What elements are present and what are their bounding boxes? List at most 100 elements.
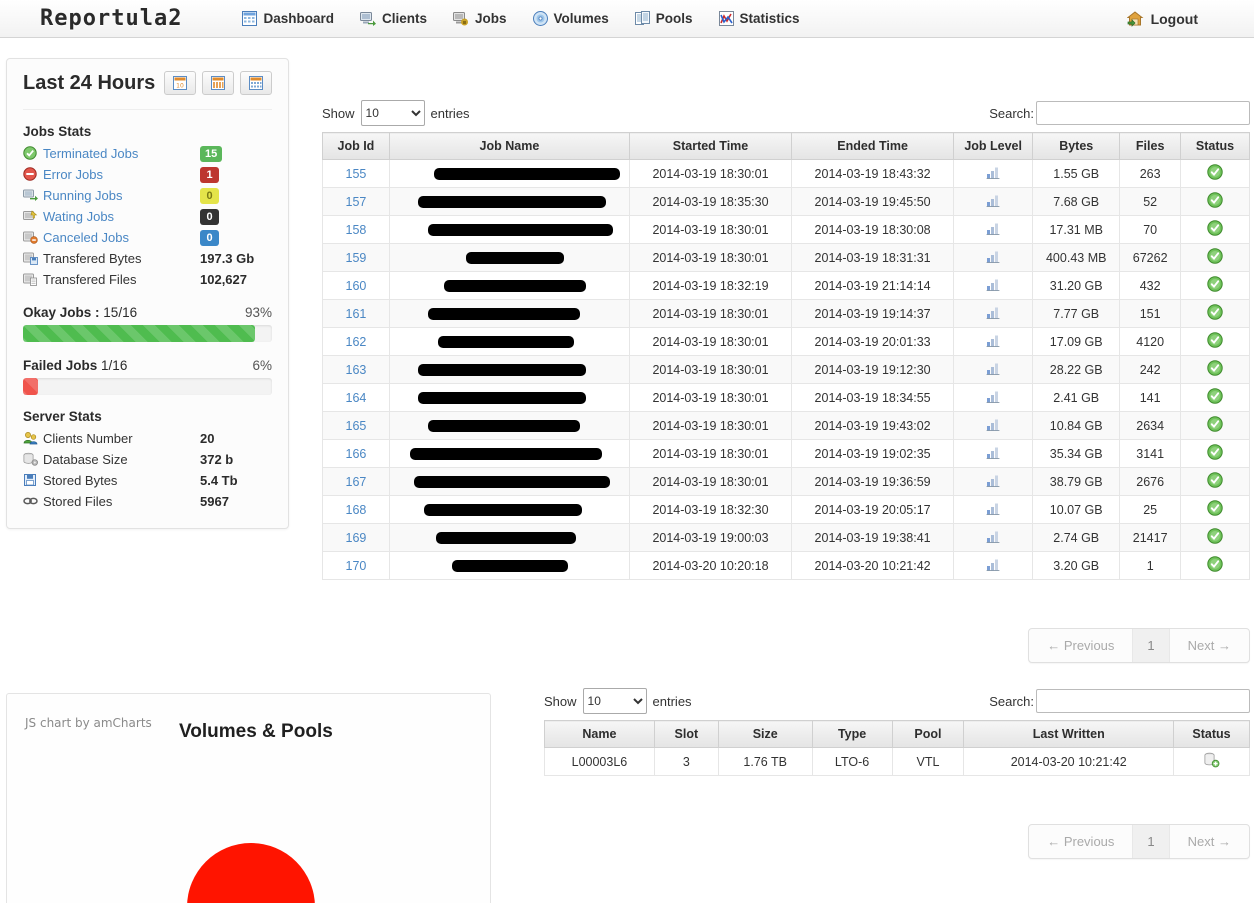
job-status-cell[interactable] bbox=[1181, 524, 1250, 552]
job-name-cell[interactable] bbox=[389, 188, 629, 216]
job-id-cell[interactable]: 169 bbox=[323, 524, 390, 552]
job-status-cell[interactable] bbox=[1181, 216, 1250, 244]
job-level-cell[interactable] bbox=[954, 160, 1033, 188]
job-level-cell[interactable] bbox=[954, 384, 1033, 412]
job-id-cell[interactable]: 168 bbox=[323, 496, 390, 524]
volumes-col-header-1[interactable]: Slot bbox=[654, 721, 718, 748]
job-status-cell[interactable] bbox=[1181, 384, 1250, 412]
volumes-next-button[interactable]: Next → bbox=[1170, 825, 1249, 858]
nav-item-jobs[interactable]: Jobs bbox=[453, 11, 507, 26]
job-id-cell[interactable]: 160 bbox=[323, 272, 390, 300]
job-name-cell[interactable] bbox=[389, 524, 629, 552]
table-row[interactable]: 1612014-03-19 18:30:012014-03-19 19:14:3… bbox=[323, 300, 1250, 328]
job-level-cell[interactable] bbox=[954, 216, 1033, 244]
job-name-cell[interactable] bbox=[389, 300, 629, 328]
jobs-next-button[interactable]: Next → bbox=[1170, 629, 1249, 662]
job-name-cell[interactable] bbox=[389, 496, 629, 524]
stat-row-canceled-jobs[interactable]: Canceled Jobs 0 bbox=[23, 227, 272, 247]
volume-name-cell[interactable]: L00003L6 bbox=[545, 748, 655, 776]
calendar-month-button[interactable] bbox=[240, 71, 272, 95]
job-name-cell[interactable] bbox=[389, 412, 629, 440]
job-level-cell[interactable] bbox=[954, 300, 1033, 328]
job-name-cell[interactable] bbox=[389, 468, 629, 496]
jobs-col-header-3[interactable]: Ended Time bbox=[792, 133, 954, 160]
volume-status-cell[interactable] bbox=[1174, 748, 1250, 776]
job-level-cell[interactable] bbox=[954, 328, 1033, 356]
table-row[interactable]: L00003L631.76 TBLTO-6VTL2014-03-20 10:21… bbox=[545, 748, 1250, 776]
job-name-cell[interactable] bbox=[389, 552, 629, 580]
volumes-col-header-4[interactable]: Pool bbox=[892, 721, 964, 748]
nav-item-pools[interactable]: Pools bbox=[635, 11, 693, 26]
jobs-col-header-7[interactable]: Status bbox=[1181, 133, 1250, 160]
table-row[interactable]: 1622014-03-19 18:30:012014-03-19 20:01:3… bbox=[323, 328, 1250, 356]
job-status-cell[interactable] bbox=[1181, 468, 1250, 496]
table-row[interactable]: 1662014-03-19 18:30:012014-03-19 19:02:3… bbox=[323, 440, 1250, 468]
job-level-cell[interactable] bbox=[954, 524, 1033, 552]
calendar-week-button[interactable] bbox=[202, 71, 234, 95]
table-row[interactable]: 1702014-03-20 10:20:182014-03-20 10:21:4… bbox=[323, 552, 1250, 580]
job-status-cell[interactable] bbox=[1181, 552, 1250, 580]
job-level-cell[interactable] bbox=[954, 244, 1033, 272]
job-name-cell[interactable] bbox=[389, 216, 629, 244]
jobs-page-length-select[interactable]: 102550100 bbox=[361, 100, 425, 126]
jobs-col-header-1[interactable]: Job Name bbox=[389, 133, 629, 160]
volumes-page-length-select[interactable]: 102550100 bbox=[583, 688, 647, 714]
stat-label[interactable]: Canceled Jobs bbox=[43, 230, 200, 245]
job-level-cell[interactable] bbox=[954, 496, 1033, 524]
job-status-cell[interactable] bbox=[1181, 160, 1250, 188]
job-id-cell[interactable]: 161 bbox=[323, 300, 390, 328]
job-level-cell[interactable] bbox=[954, 440, 1033, 468]
nav-item-clients[interactable]: Clients bbox=[360, 11, 427, 26]
table-row[interactable]: 1652014-03-19 18:30:012014-03-19 19:43:0… bbox=[323, 412, 1250, 440]
job-level-cell[interactable] bbox=[954, 356, 1033, 384]
jobs-page-1-button[interactable]: 1 bbox=[1133, 629, 1169, 662]
volumes-search-input[interactable] bbox=[1036, 689, 1250, 713]
job-level-cell[interactable] bbox=[954, 552, 1033, 580]
job-id-cell[interactable]: 158 bbox=[323, 216, 390, 244]
job-level-cell[interactable] bbox=[954, 188, 1033, 216]
table-row[interactable]: 1592014-03-19 18:30:012014-03-19 18:31:3… bbox=[323, 244, 1250, 272]
volumes-col-header-0[interactable]: Name bbox=[545, 721, 655, 748]
job-name-cell[interactable] bbox=[389, 244, 629, 272]
job-level-cell[interactable] bbox=[954, 468, 1033, 496]
job-id-cell[interactable]: 157 bbox=[323, 188, 390, 216]
job-level-cell[interactable] bbox=[954, 272, 1033, 300]
job-id-cell[interactable]: 162 bbox=[323, 328, 390, 356]
job-id-cell[interactable]: 170 bbox=[323, 552, 390, 580]
table-row[interactable]: 1582014-03-19 18:30:012014-03-19 18:30:0… bbox=[323, 216, 1250, 244]
stat-row-running-jobs[interactable]: Running Jobs 0 bbox=[23, 185, 272, 205]
jobs-col-header-4[interactable]: Job Level bbox=[954, 133, 1033, 160]
job-name-cell[interactable] bbox=[389, 384, 629, 412]
pie-slice-vtl[interactable] bbox=[187, 843, 315, 903]
table-row[interactable]: 1682014-03-19 18:32:302014-03-19 20:05:1… bbox=[323, 496, 1250, 524]
job-name-cell[interactable] bbox=[389, 440, 629, 468]
app-brand[interactable]: Reportula2 bbox=[40, 6, 182, 31]
jobs-previous-button[interactable]: ← Previous bbox=[1029, 629, 1133, 662]
stat-row-error-jobs[interactable]: Error Jobs 1 bbox=[23, 164, 272, 184]
job-status-cell[interactable] bbox=[1181, 356, 1250, 384]
volumes-page-1-button[interactable]: 1 bbox=[1133, 825, 1169, 858]
job-id-cell[interactable]: 159 bbox=[323, 244, 390, 272]
calendar-day-button[interactable]: 10 bbox=[164, 71, 196, 95]
volumes-col-header-6[interactable]: Status bbox=[1174, 721, 1250, 748]
stat-label[interactable]: Wating Jobs bbox=[43, 209, 200, 224]
volumes-col-header-2[interactable]: Size bbox=[718, 721, 812, 748]
jobs-col-header-2[interactable]: Started Time bbox=[629, 133, 791, 160]
job-id-cell[interactable]: 165 bbox=[323, 412, 390, 440]
job-status-cell[interactable] bbox=[1181, 328, 1250, 356]
job-status-cell[interactable] bbox=[1181, 300, 1250, 328]
job-name-cell[interactable] bbox=[389, 356, 629, 384]
job-status-cell[interactable] bbox=[1181, 188, 1250, 216]
job-name-cell[interactable] bbox=[389, 328, 629, 356]
job-status-cell[interactable] bbox=[1181, 440, 1250, 468]
volumes-col-header-3[interactable]: Type bbox=[812, 721, 892, 748]
job-name-cell[interactable] bbox=[389, 160, 629, 188]
job-level-cell[interactable] bbox=[954, 412, 1033, 440]
job-id-cell[interactable]: 166 bbox=[323, 440, 390, 468]
nav-item-statistics[interactable]: Statistics bbox=[719, 11, 800, 26]
table-row[interactable]: 1572014-03-19 18:35:302014-03-19 19:45:5… bbox=[323, 188, 1250, 216]
stat-row-terminated-jobs[interactable]: Terminated Jobs 15 bbox=[23, 143, 272, 163]
volumes-previous-button[interactable]: ← Previous bbox=[1029, 825, 1133, 858]
job-id-cell[interactable]: 164 bbox=[323, 384, 390, 412]
job-name-cell[interactable] bbox=[389, 272, 629, 300]
